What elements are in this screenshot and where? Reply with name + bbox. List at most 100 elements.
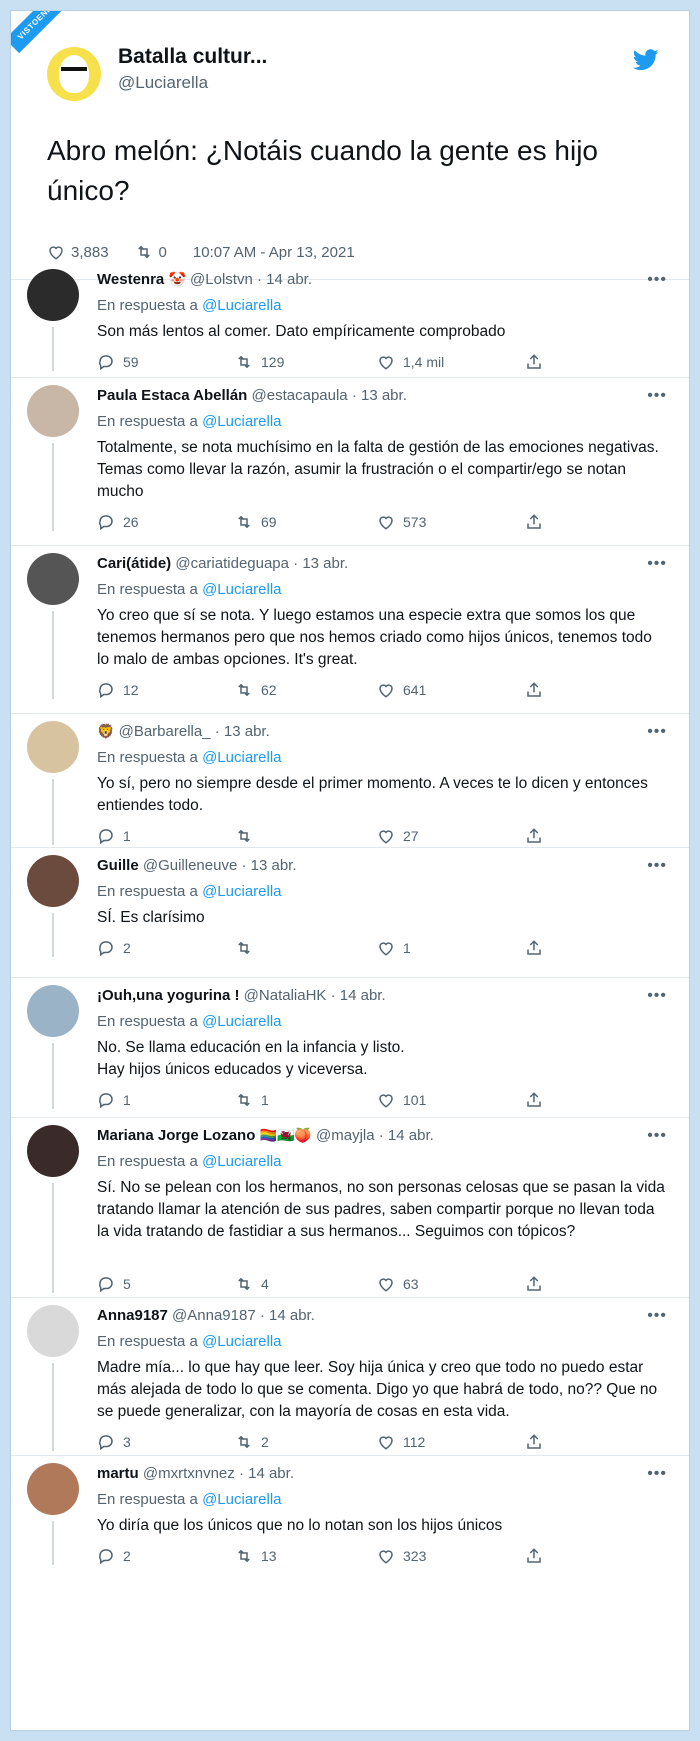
avatar[interactable] [27, 385, 79, 437]
heart-icon[interactable] [377, 681, 395, 699]
reply-date[interactable]: · 14 abr. [379, 1127, 434, 1144]
reply-author-handle[interactable]: @Barbarella_ [119, 723, 211, 740]
reply-icon[interactable] [97, 1091, 115, 1109]
retweet-icon[interactable] [235, 1275, 253, 1293]
retweet-icon[interactable] [235, 681, 253, 699]
reply-author-handle[interactable]: @mayjla [316, 1127, 375, 1144]
avatar[interactable] [27, 1305, 79, 1357]
reply-author-name[interactable]: Cari(átide) [97, 555, 171, 572]
more-options-icon[interactable]: ••• [647, 387, 667, 405]
reply-button[interactable]: 2 [97, 1547, 131, 1565]
reply-author-name[interactable]: Westenra [97, 271, 164, 288]
reply-author-name[interactable]: Paula Estaca Abellán [97, 387, 247, 404]
retweet-icon[interactable] [235, 1547, 253, 1565]
like-button[interactable]: 63 [377, 1275, 419, 1293]
share-button[interactable] [525, 1433, 543, 1451]
reply-tweet[interactable]: Anna9187 @Anna9187 · 14 abr. ••• En resp… [11, 1305, 689, 1463]
retweet-icon[interactable] [235, 353, 253, 371]
like-button[interactable]: 112 [377, 1433, 425, 1451]
reply-button[interactable]: 3 [97, 1433, 131, 1451]
like-button[interactable]: 573 [377, 513, 426, 531]
more-options-icon[interactable]: ••• [647, 1465, 667, 1483]
retweet-icon[interactable] [235, 1091, 253, 1109]
retweet-button[interactable]: 13 [235, 1547, 277, 1565]
reply-icon[interactable] [97, 939, 115, 957]
reply-mention[interactable]: @Luciarella [202, 883, 281, 900]
reply-tweet[interactable]: Guille @Guilleneuve · 13 abr. ••• En res… [11, 855, 689, 969]
reply-mention[interactable]: @Luciarella [202, 1333, 281, 1350]
like-button[interactable]: 641 [377, 681, 426, 699]
retweet-button[interactable] [235, 939, 261, 957]
retweet-icon[interactable] [235, 513, 253, 531]
retweet-icon[interactable] [235, 939, 253, 957]
avatar[interactable] [27, 553, 79, 605]
reply-date[interactable]: · 14 abr. [239, 1465, 294, 1482]
avatar[interactable] [27, 269, 79, 321]
heart-icon[interactable] [377, 827, 395, 845]
avatar[interactable] [27, 985, 79, 1037]
reply-author-name[interactable]: ¡Ouh,una yogurina ! [97, 987, 240, 1004]
reply-icon[interactable] [97, 827, 115, 845]
retweet-icon[interactable] [235, 827, 253, 845]
share-icon[interactable] [525, 513, 543, 531]
reply-author-handle[interactable]: @cariatideguapa [175, 555, 289, 572]
like-button[interactable]: 1 [377, 939, 411, 957]
reply-tweet[interactable]: ¡Ouh,una yogurina ! @NataliaHK · 14 abr.… [11, 985, 689, 1121]
share-icon[interactable] [525, 353, 543, 371]
like-button[interactable]: 27 [377, 827, 419, 845]
heart-icon[interactable] [47, 243, 65, 261]
reply-tweet[interactable]: Cari(átide) @cariatideguapa · 13 abr. ••… [11, 553, 689, 711]
share-button[interactable] [525, 353, 543, 371]
retweet-button[interactable]: 69 [235, 513, 277, 531]
more-options-icon[interactable]: ••• [647, 723, 667, 741]
more-options-icon[interactable]: ••• [647, 555, 667, 573]
avatar[interactable] [27, 855, 79, 907]
avatar[interactable] [27, 1125, 79, 1177]
heart-icon[interactable] [377, 1433, 395, 1451]
retweet-button[interactable]: 129 [235, 353, 284, 371]
reply-author-name[interactable]: Guille [97, 857, 139, 874]
reply-button[interactable]: 1 [97, 1091, 131, 1109]
share-icon[interactable] [525, 827, 543, 845]
more-options-icon[interactable]: ••• [647, 1307, 667, 1325]
reply-button[interactable]: 2 [97, 939, 131, 957]
heart-icon[interactable] [377, 939, 395, 957]
retweet-button[interactable]: 2 [235, 1433, 269, 1451]
share-button[interactable] [525, 939, 543, 957]
reply-button[interactable]: 5 [97, 1275, 131, 1293]
share-icon[interactable] [525, 1547, 543, 1565]
more-options-icon[interactable]: ••• [647, 271, 667, 289]
share-icon[interactable] [525, 1275, 543, 1293]
share-button[interactable] [525, 827, 543, 845]
retweet-button[interactable]: 4 [235, 1275, 269, 1293]
like-button[interactable]: 1,4 mil [377, 353, 444, 371]
reply-author-handle[interactable]: @estacapaula [252, 387, 348, 404]
reply-mention[interactable]: @Luciarella [202, 1491, 281, 1508]
reply-mention[interactable]: @Luciarella [202, 1013, 281, 1030]
more-options-icon[interactable]: ••• [647, 987, 667, 1005]
reply-tweet[interactable]: 🦁 @Barbarella_ · 13 abr. ••• En respuest… [11, 721, 689, 857]
reply-author-name[interactable]: martu [97, 1465, 139, 1482]
retweet-button[interactable]: 1 [235, 1091, 269, 1109]
reply-tweet[interactable]: Westenra 🤡 @Lolstvn · 14 abr. ••• En res… [11, 269, 689, 383]
reply-tweet[interactable]: martu @mxrtxnvnez · 14 abr. ••• En respu… [11, 1463, 689, 1577]
retweet-icon[interactable] [235, 1433, 253, 1451]
share-button[interactable] [525, 681, 543, 699]
heart-icon[interactable] [377, 353, 395, 371]
reply-button[interactable]: 59 [97, 353, 139, 371]
share-button[interactable] [525, 513, 543, 531]
reply-tweet[interactable]: Paula Estaca Abellán @estacapaula · 13 a… [11, 385, 689, 543]
reply-date[interactable]: · 13 abr. [352, 387, 407, 404]
reply-date[interactable]: · 14 abr. [257, 271, 312, 288]
reply-author-handle[interactable]: @Guilleneuve [143, 857, 237, 874]
reply-mention[interactable]: @Luciarella [202, 413, 281, 430]
like-button[interactable]: 323 [377, 1547, 426, 1565]
retweet-icon[interactable] [135, 243, 153, 261]
reply-author-name[interactable]: Anna9187 [97, 1307, 168, 1324]
avatar[interactable] [27, 1463, 79, 1515]
author-name[interactable]: Batalla cultur... [118, 45, 267, 69]
reply-author-name[interactable]: Mariana Jorge Lozano [97, 1127, 255, 1144]
reply-date[interactable]: · 13 abr. [215, 723, 270, 740]
retweet-button[interactable] [235, 827, 261, 845]
share-icon[interactable] [525, 681, 543, 699]
